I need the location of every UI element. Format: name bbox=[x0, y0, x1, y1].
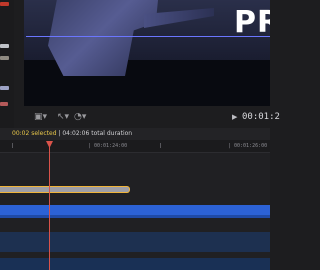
tool-select-icon[interactable]: ↖▾ bbox=[57, 112, 69, 122]
viewer-title-overlay: PR bbox=[234, 5, 270, 40]
selection-duration: 00:02 selected bbox=[12, 130, 57, 137]
video-viewer[interactable]: PR bbox=[24, 0, 270, 106]
lower-clip[interactable] bbox=[0, 232, 270, 252]
browser-thumbnail[interactable] bbox=[0, 44, 9, 48]
browser-thumbnail[interactable] bbox=[0, 86, 9, 90]
browser-thumbnail[interactable] bbox=[0, 2, 9, 6]
selection-info: 00:02 selected | 04:02:06 total duration bbox=[12, 129, 132, 138]
browser-panel bbox=[0, 0, 14, 128]
timeline-header: 00:02 selected | 04:02:06 total duration bbox=[0, 128, 270, 140]
timeline-ruler[interactable]: | 00:01:24:00 | 00:01:26:00 bbox=[0, 140, 270, 153]
ruler-label: | 00:01:24:00 bbox=[88, 143, 128, 149]
video-clip[interactable] bbox=[0, 205, 270, 215]
ruler-tick bbox=[160, 143, 161, 148]
ruler-tick bbox=[12, 143, 13, 148]
viewer-controls-bar: ▣▾ ↖▾ ◔▾ ▶ 00:01:2 bbox=[24, 108, 280, 128]
playhead[interactable] bbox=[49, 142, 50, 270]
viewer-options-icon[interactable]: ▣▾ bbox=[34, 112, 47, 122]
selected-clip[interactable] bbox=[0, 186, 130, 193]
retime-icon[interactable]: ◔▾ bbox=[74, 112, 86, 122]
lower-clip[interactable] bbox=[0, 258, 270, 270]
timecode-display[interactable]: 00:01:2 bbox=[242, 112, 280, 122]
browser-thumbnail[interactable] bbox=[0, 56, 9, 60]
video-clip-edge bbox=[0, 215, 270, 218]
ruler-label: | 00:01:26:00 bbox=[228, 143, 268, 149]
total-duration: | 04:02:06 total duration bbox=[56, 130, 133, 137]
play-icon[interactable]: ▶ bbox=[232, 113, 237, 121]
browser-thumbnail[interactable] bbox=[0, 102, 8, 106]
